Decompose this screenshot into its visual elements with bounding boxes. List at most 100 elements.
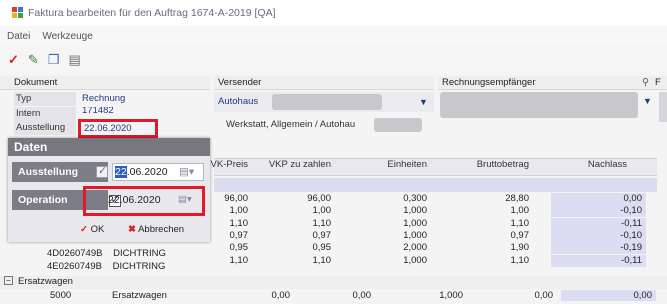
ersatz-einheiten: 1,000 <box>439 290 463 301</box>
table-cell: 1,10 <box>510 254 530 266</box>
table-cell: 0,95 <box>229 242 249 254</box>
table-cell: 2,000 <box>403 242 427 254</box>
copy-icon[interactable]: ❐ <box>48 53 60 67</box>
table-row[interactable]: 96,00 96,00 0,300 28,80 0,00 <box>214 193 657 205</box>
table-cell: 0,00 <box>551 193 646 205</box>
cancel-x-icon: ✖ <box>128 224 136 235</box>
table-row[interactable]: 1,10 1,10 1,000 1,10 -0,11 <box>214 254 657 267</box>
left-row-code: 4E0260749B <box>47 261 102 272</box>
ok-check-icon: ✓ <box>80 224 88 235</box>
empfaenger-side <box>659 92 667 122</box>
col-einheiten[interactable]: Einheiten <box>367 159 427 170</box>
left-row-name: DICHTRING <box>112 261 166 272</box>
window-title: Faktura bearbeiten für den Auftrag 1674-… <box>28 7 276 19</box>
empfaenger-redacted[interactable] <box>440 92 638 118</box>
table-row[interactable]: 1,10 1,10 1,000 1,10 -0,11 <box>214 217 657 230</box>
edit-icon[interactable]: ✎ <box>28 53 39 67</box>
dokument-header: Dokument <box>0 76 210 90</box>
ersatzwagen-row[interactable]: 5000 Ersatzwagen 0,00 0,00 1,000 0,00 0,… <box>0 290 667 304</box>
versender-address-text: Werkstatt, Allgemein / Autohau <box>226 119 356 130</box>
table-cell: 1,10 <box>229 217 249 229</box>
ausstellung-date-field[interactable]: 22.06.2020 ▤▾ <box>112 163 204 181</box>
table-cell: 0,97 <box>229 229 249 241</box>
ok-button[interactable]: ✓ OK <box>80 222 104 238</box>
table-cell: 1,000 <box>403 217 427 229</box>
ausstellung-value[interactable]: 22.06.2020 <box>84 122 132 136</box>
table-cell: 1,10 <box>229 254 249 266</box>
popup-ausstellung-label: Ausstellung <box>12 162 108 182</box>
col-vkp[interactable]: VKP zu zahlen <box>251 159 331 170</box>
versender-address: Werkstatt, Allgemein / Autohau <box>214 116 434 134</box>
ausstellung-date: 22.06.2020 <box>115 166 168 178</box>
versender-value: Autohaus <box>218 96 259 107</box>
collapse-icon[interactable]: − <box>4 276 13 285</box>
toolbar: ✓ ✎ ❐ ▤ <box>0 46 667 74</box>
table-cell: 1,10 <box>312 217 332 229</box>
calendar-icon[interactable]: ▤▾ <box>179 164 194 180</box>
intern-value: 171482 <box>82 107 114 116</box>
empfaenger-header: Rechnungsempfänger ⚲ F <box>438 76 667 90</box>
title-bar: Faktura bearbeiten für den Auftrag 1674-… <box>0 0 667 26</box>
table-cell: 1,90 <box>510 242 530 254</box>
ausstellung-row: Ausstellung 22.06.2020 <box>0 119 210 138</box>
ersatz-name: Ersatzwagen <box>112 290 167 301</box>
table-row[interactable]: 0,95 0,95 2,000 1,90 -0,19 <box>214 242 657 255</box>
table-cell: 28,80 <box>505 193 529 204</box>
empfaenger-cut-label: F <box>655 77 661 88</box>
ersatz-vkp: 0,00 <box>352 290 372 301</box>
empfaenger-chevron-icon[interactable]: ▼ <box>643 96 652 106</box>
operation-calendar-icon[interactable]: ▤▾ <box>178 194 192 205</box>
cancel-button[interactable]: ✖ Abbrechen <box>128 222 184 238</box>
operation-date: 22.06.2020 <box>108 194 161 206</box>
daten-popup: Daten Ausstellung 22.06.2020 ▤▾ Operatio… <box>8 138 210 242</box>
menu-werkzeuge[interactable]: Werkzeuge <box>39 31 95 42</box>
search-icon[interactable]: ⚲ <box>642 76 649 89</box>
col-nachlass[interactable]: Nachlass <box>567 159 627 170</box>
table-row[interactable]: 1,00 1,00 1,000 1,00 -0,10 <box>214 205 657 218</box>
address-redacted <box>374 118 422 132</box>
grid-group-row <box>214 178 657 192</box>
table-cell: 1,000 <box>403 254 427 266</box>
typ-row: Typ Rechnung <box>0 92 210 106</box>
typ-value: Rechnung <box>82 93 126 104</box>
ok-label: OK <box>90 224 105 235</box>
left-row: 4D0260749B DICHTRING <box>47 248 166 259</box>
table-cell: 1,00 <box>229 205 249 217</box>
versender-redacted <box>272 94 382 110</box>
ausstellung-label: Ausstellung <box>14 121 76 135</box>
daten-popup-title: Daten <box>8 138 210 156</box>
table-cell: 1,000 <box>403 205 427 217</box>
col-bruttobetrag[interactable]: Bruttobetrag <box>449 159 529 170</box>
table-cell: -0,11 <box>551 254 646 267</box>
versender-select[interactable]: Autohaus ▼ <box>214 92 434 112</box>
left-row: 4E0260749B DICHTRING <box>47 261 165 272</box>
app-icon <box>12 7 24 19</box>
table-cell: 0,97 <box>510 229 530 241</box>
table-cell: 96,00 <box>224 193 248 204</box>
document-icon[interactable]: ▤ <box>68 53 80 67</box>
table-cell: 1,00 <box>510 205 530 217</box>
checkmark-icon[interactable]: ✓ <box>8 53 19 67</box>
cancel-label: Abbrechen <box>138 224 185 235</box>
versender-header: Versender <box>214 76 434 90</box>
ersatz-code: 5000 <box>50 290 72 301</box>
ausstellung-checkbox[interactable] <box>96 164 108 178</box>
operation-date-field[interactable]: 22.06.2020 <box>108 191 178 209</box>
menu-datei[interactable]: Datei <box>4 31 33 42</box>
table-cell: -0,10 <box>551 205 646 218</box>
ersatz-brutto: 0,00 <box>534 290 554 301</box>
table-cell: -0,10 <box>551 229 646 242</box>
table-cell: 0,95 <box>312 242 332 254</box>
table-cell: 0,97 <box>312 229 332 241</box>
chevron-down-icon[interactable]: ▼ <box>419 92 428 112</box>
menu-bar: Datei Werkzeuge <box>0 26 667 46</box>
ersatzwagen-group-label: Ersatzwagen <box>18 276 73 287</box>
table-cell: 1,00 <box>312 205 332 217</box>
table-cell: 96,00 <box>307 193 331 204</box>
left-row-code: 4D0260749B <box>47 248 103 259</box>
grid-header: VK-Preis VKP zu zahlen Einheiten Bruttob… <box>211 158 657 176</box>
table-cell: 1,000 <box>403 229 427 241</box>
table-row[interactable]: 0,97 0,97 1,000 0,97 -0,10 <box>214 229 657 242</box>
table-cell: -0,19 <box>551 242 646 255</box>
intern-label: Intern <box>14 107 76 121</box>
